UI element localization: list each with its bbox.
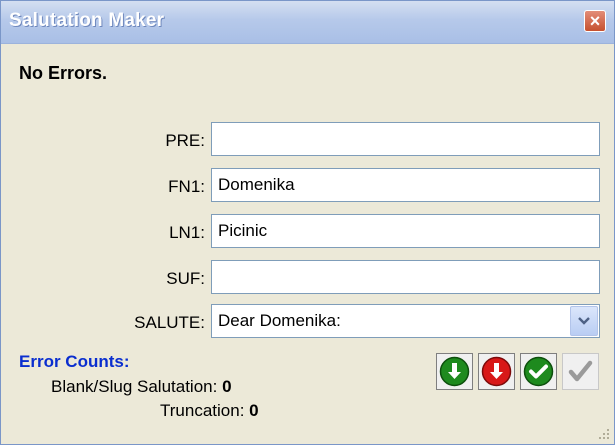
resize-grip[interactable] xyxy=(596,426,610,440)
arrow-down-icon xyxy=(439,356,470,387)
status-message: No Errors. xyxy=(19,63,108,83)
fn1-label: FN1: xyxy=(168,177,205,196)
error-counts-title: Error Counts: xyxy=(19,352,130,371)
blank-slug-label: Blank/Slug Salutation: xyxy=(51,377,218,396)
blank-slug-value: 0 xyxy=(222,377,232,396)
truncation-label: Truncation: xyxy=(160,401,245,420)
salutation-maker-window: Salutation Maker × No Errors. PRE: FN1: … xyxy=(0,0,615,445)
truncation-count-row: Truncation: 0 xyxy=(160,401,259,421)
ln1-input[interactable] xyxy=(211,214,600,248)
approve-button[interactable] xyxy=(520,353,557,390)
truncation-value: 0 xyxy=(249,401,259,420)
pre-input[interactable] xyxy=(211,122,600,156)
suf-label: SUF: xyxy=(166,269,205,288)
salute-value: Dear Domenika: xyxy=(218,311,341,330)
salute-dropdown[interactable]: Dear Domenika: xyxy=(211,304,600,338)
pre-label: PRE: xyxy=(165,131,205,150)
next-error-button[interactable] xyxy=(478,353,515,390)
done-button[interactable] xyxy=(562,353,599,390)
next-button[interactable] xyxy=(436,353,473,390)
window-title: Salutation Maker xyxy=(9,10,165,31)
suf-input[interactable] xyxy=(211,260,600,294)
title-bar[interactable]: Salutation Maker × xyxy=(1,1,614,44)
blank-slug-count-row: Blank/Slug Salutation: 0 xyxy=(51,377,232,397)
salute-label: SALUTE: xyxy=(134,313,205,332)
arrow-down-icon xyxy=(481,356,512,387)
check-icon xyxy=(523,356,554,387)
close-button[interactable]: × xyxy=(584,10,606,32)
fn1-input[interactable] xyxy=(211,168,600,202)
dropdown-button[interactable] xyxy=(570,306,598,336)
close-icon: × xyxy=(589,11,601,31)
check-icon xyxy=(568,360,593,382)
chevron-down-icon xyxy=(578,317,590,325)
ln1-label: LN1: xyxy=(169,223,205,242)
